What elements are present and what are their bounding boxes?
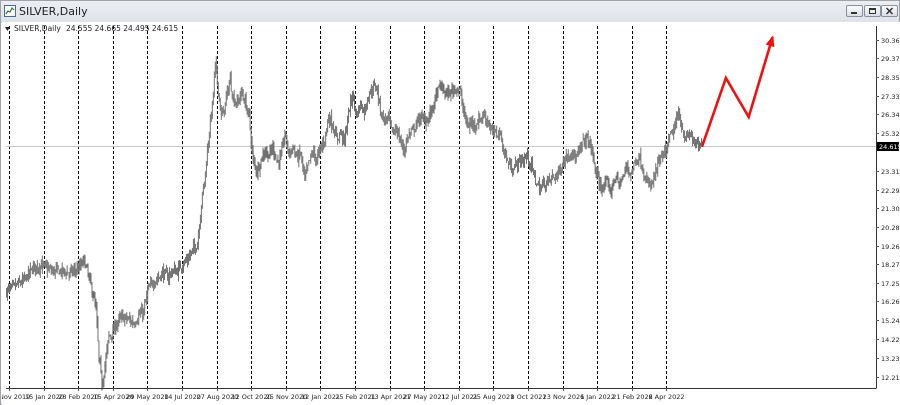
time-tick-label: 6 Apr 2022 xyxy=(648,393,684,401)
close-button[interactable] xyxy=(881,5,898,17)
price-tick-label: 15.240 xyxy=(881,317,900,325)
price-tick-label: 18.270 xyxy=(881,261,900,269)
price-tick-label: 20.280 xyxy=(881,224,900,232)
time-tick-label: 21 Feb 2022 xyxy=(612,393,652,401)
time-tick-label: 23 Nov 2021 xyxy=(543,393,585,401)
time-tick-label: 6 Jan 2022 xyxy=(580,393,615,401)
price-tick-label: 28.350 xyxy=(881,74,900,82)
time-tick-label: 8 Oct 2021 xyxy=(510,393,546,401)
chart-background xyxy=(2,22,900,405)
price-tick-label: 16.260 xyxy=(881,298,900,306)
close-icon xyxy=(885,7,894,15)
restore-icon xyxy=(869,8,876,14)
price-tick-label: 13.230 xyxy=(881,355,900,363)
price-tick-label: 22.290 xyxy=(881,187,900,195)
price-tag-text: 24.615 xyxy=(879,143,900,151)
price-tick-label: 29.370 xyxy=(881,55,900,63)
price-chart[interactable]: 30.360 29.370 28.350 27.330 26.340 25.320 23.3… xyxy=(2,22,900,405)
chart-icon xyxy=(4,5,16,17)
time-tick-label: 14 Jul 2020 xyxy=(164,393,201,401)
price-tick-label: 23.310 xyxy=(881,168,900,176)
time-tick-label: 29 May 2020 xyxy=(126,393,168,401)
symbol-label: SILVER,Daily xyxy=(14,24,61,33)
time-tick-label: 12 Jan 2021 xyxy=(301,393,340,401)
price-tick-label: 26.340 xyxy=(881,111,900,119)
chart-area[interactable]: 30.360 29.370 28.350 27.330 26.340 25.320 23.3… xyxy=(2,22,900,405)
price-tick-label: 12.210 xyxy=(881,374,900,382)
current-price-tag: 24.615 xyxy=(877,142,900,151)
window-title: SILVER,Daily xyxy=(19,5,88,18)
price-tick-label: 21.300 xyxy=(881,205,900,213)
chart-window: SILVER,Daily 30.360 29.370 28.350 27.330 26.… xyxy=(0,0,900,405)
time-tick-label: 25 Aug 2021 xyxy=(473,393,515,401)
price-tick-label: 30.360 xyxy=(881,37,900,45)
restore-button[interactable] xyxy=(864,5,881,17)
price-tick-label: 25.320 xyxy=(881,130,900,138)
price-tick-label: 27.330 xyxy=(881,93,900,101)
time-tick-label: 27 May 2021 xyxy=(403,393,445,401)
price-tick-label: 14.220 xyxy=(881,336,900,344)
price-tick-label: 17.250 xyxy=(881,280,900,288)
chart-titlebar[interactable]: SILVER,Daily xyxy=(1,1,899,23)
symbol-info: SILVER,Daily 24.555 24.665 24.495 24.615 xyxy=(5,24,178,33)
ohlc-values: 24.555 24.665 24.495 24.615 xyxy=(66,24,178,33)
price-tick-label: 19.260 xyxy=(881,243,900,251)
minimize-button[interactable] xyxy=(846,5,863,17)
minimize-icon xyxy=(851,12,857,14)
